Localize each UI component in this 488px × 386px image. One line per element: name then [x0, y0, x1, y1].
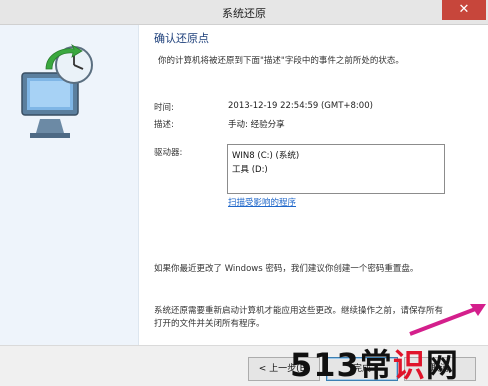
restart-note-line2: 打开的文件并关闭所有程序。: [154, 319, 265, 329]
close-button[interactable]: ✕: [442, 0, 486, 20]
system-restore-icon: [21, 43, 93, 138]
watermark-mid: 常: [359, 346, 393, 384]
restart-note-line1: 系统还原需要重新启动计算机才能应用这些更改。继续操作之前，请保存所有: [154, 306, 444, 316]
description-value: 手动: 经验分享: [228, 120, 285, 130]
description-label: 描述:: [154, 120, 174, 130]
window-title: 系统还原: [222, 7, 266, 20]
drives-label: 驱动器:: [154, 148, 183, 158]
time-value: 2013-12-19 22:54:59 (GMT+8:00): [228, 101, 373, 111]
drives-list[interactable]: WIN8 (C:) (系统) 工具 (D:): [227, 144, 445, 194]
arrow-icon: [409, 304, 486, 336]
title-bar: 系统还原 ✕: [0, 0, 488, 25]
list-item: 工具 (D:): [232, 165, 268, 175]
left-pane: [0, 25, 139, 345]
watermark-logo: 513常识网: [290, 340, 486, 385]
watermark-red: 识: [392, 346, 426, 384]
page-title: 确认还原点: [154, 32, 209, 45]
time-label: 时间:: [154, 103, 174, 113]
scan-affected-programs-link[interactable]: 扫描受影响的程序: [228, 196, 296, 208]
watermark-suffix: 网: [425, 346, 459, 384]
password-note: 如果你最近更改了 Windows 密码，我们建议你创建一个密码重置盘。: [154, 264, 419, 274]
description-text: 你的计算机将被还原到下面"描述"字段中的事件之前所处的状态。: [158, 56, 404, 66]
list-item: WIN8 (C:) (系统): [232, 151, 300, 161]
watermark-prefix: 513: [290, 346, 360, 384]
